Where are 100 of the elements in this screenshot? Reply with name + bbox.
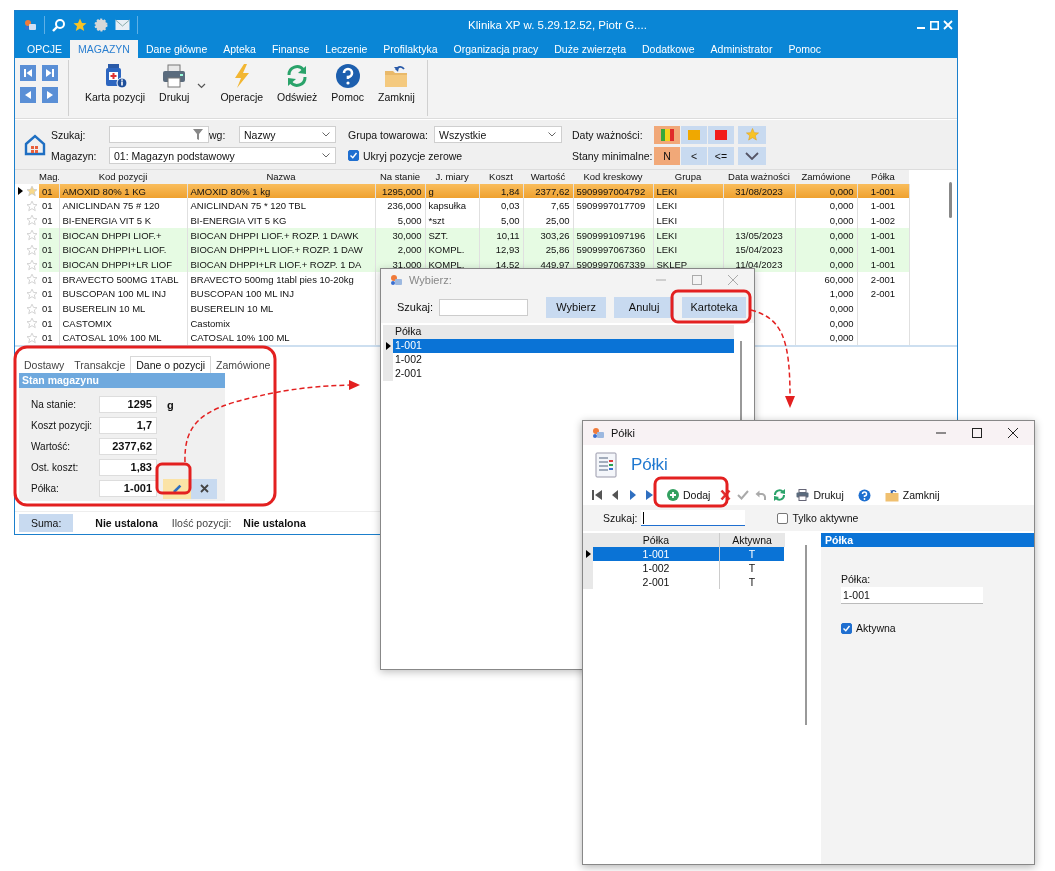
menu-tab[interactable]: Profilaktyka [375,39,446,58]
column-header[interactable]: Zamówione [795,169,857,184]
undo-icon[interactable] [755,489,768,501]
column-header[interactable]: Grupa [653,169,723,184]
column-header[interactable]: J. miary [425,169,479,184]
mail-icon[interactable] [115,19,130,32]
close-button[interactable]: Zamknij [880,488,944,502]
print-button[interactable]: Drukuj [792,489,848,501]
caret-icon[interactable] [197,82,207,89]
column-header[interactable]: Półka [383,325,734,339]
clear-button[interactable] [191,478,217,499]
menu-tab[interactable]: OPCJE [19,39,70,58]
list-row[interactable]: 1-002 [393,353,734,367]
table-row[interactable]: 1-001 T [583,547,785,561]
gear-icon[interactable] [94,18,108,33]
dialog-button[interactable]: Kartoteka [682,296,746,318]
toolbar-button[interactable]: Zamknij [372,60,421,105]
table-row[interactable]: 01 BIOCAN DHPPI+L LIOF. BIOCAN DHPPI+L LIOF.+ ROZP. 1 DAW 2,000 KOMPL. 12,93 25,86 5909997067360 LEKI 15/04/2023 0,000 1-001 [15,242,909,258]
column-header[interactable]: Koszt [479,169,523,184]
previous-record-button[interactable] [20,86,36,103]
expiry-filter-button[interactable] [708,125,734,144]
star-outline-icon[interactable] [25,301,39,316]
star-outline-icon[interactable] [25,316,39,331]
scroll-bar[interactable] [740,341,742,421]
star-outline-icon[interactable] [25,257,39,272]
menu-tab[interactable]: Administrator [702,39,781,58]
expiry-filter-button[interactable] [654,125,680,144]
table-row[interactable]: 01 ANICLINDAN 75 # 120 ANICLINDAN 75 * 120 TBL 236,000 kapsułka 0,03 7,65 5909997017709 LEKI 0,000 1-001 [15,198,909,214]
menu-tab[interactable]: Apteka [215,39,264,58]
menu-tab[interactable]: Duże zwierzęta [546,39,634,58]
scroll-bar[interactable] [805,545,807,725]
column-header[interactable]: Wartość [523,169,573,184]
star-outline-icon[interactable] [25,272,39,287]
shelf-field[interactable]: 1-001 [841,587,983,604]
checkbox[interactable] [841,622,852,634]
value-field[interactable]: 1-001 [99,480,157,498]
refresh-icon[interactable] [773,489,787,501]
star-outline-icon[interactable] [25,286,39,301]
next-record-button[interactable] [42,86,58,103]
minimum-stock-button[interactable]: N [654,146,680,165]
column-header[interactable]: Data ważności [723,169,795,184]
star-outline-icon[interactable] [25,330,39,345]
active-checkbox[interactable]: Aktywna [841,622,896,634]
value-field[interactable]: 1295 [99,396,157,414]
column-header[interactable]: Półka [857,169,909,184]
warehouse-dropdown[interactable]: 01: Magazyn podstawowy [109,147,336,165]
value-field[interactable]: 2377,62 [99,438,157,456]
menu-tab[interactable]: Organizacja pracy [445,39,547,58]
table-row[interactable]: 01 BI-ENERGIA VIT 5 K BI-ENERGIA VIT 5 KG 5,000 *szt 5,00 25,00 LEKI 0,000 1-002 [15,213,909,228]
add-button[interactable]: Dodaj [663,489,715,501]
star-outline-icon[interactable] [25,242,39,257]
column-header[interactable]: Nazwa [187,169,375,184]
column-header[interactable]: Aktywna [720,533,784,547]
table-row[interactable]: 1-002 T [583,561,785,575]
column-header[interactable]: Kod pozycji [59,169,187,184]
minimum-stock-button[interactable]: <= [708,146,734,165]
search-icon[interactable] [52,18,66,33]
search-by-dropdown[interactable]: Nazwy [239,126,336,144]
menu-tab[interactable]: Dodatkowe [634,39,703,58]
column-header[interactable]: Kod kreskowy [573,169,653,184]
table-row[interactable]: 2-001 T [583,575,785,589]
first-record-icon[interactable] [591,489,603,501]
toolbar-button[interactable]: Drukuj [153,60,196,105]
hide-zero-checkbox[interactable]: Ukryj pozycje zerowe [348,149,572,162]
detail-tab[interactable]: Dane o pozycji [130,356,212,374]
star-icon[interactable] [73,18,87,33]
list-row[interactable]: 1-001 [393,339,734,353]
dialog-button[interactable]: Wybierz [546,296,607,318]
last-record-button[interactable] [42,64,58,81]
filter-icon[interactable] [193,129,203,141]
active-only-checkbox[interactable]: Tylko aktywne [777,512,859,524]
product-group-dropdown[interactable]: Wszystkie [434,126,562,144]
star-outline-icon[interactable] [25,213,39,228]
help-icon[interactable] [857,488,871,502]
menu-tab[interactable]: Finanse [263,39,318,58]
menu-tab[interactable]: Leczenie [317,39,376,58]
detail-tab[interactable]: Zamówione [211,357,276,374]
star-outline-icon[interactable] [25,198,39,213]
toolbar-button[interactable]: Karta pozycji [79,60,152,105]
list-row[interactable]: 2-001 [393,367,734,381]
value-field[interactable]: 1,83 [99,459,157,477]
star-outline-icon[interactable] [25,184,39,199]
checkbox[interactable] [348,150,359,162]
maximize-icon[interactable] [972,428,982,438]
app-logo-icon[interactable] [23,18,37,33]
delete-icon[interactable] [720,489,732,501]
column-header[interactable]: Mag. [39,169,59,184]
close-icon[interactable] [1008,428,1018,438]
value-field[interactable]: 1,7 [99,417,157,435]
expiry-filter-button[interactable] [681,125,707,144]
checkmark-icon[interactable] [737,489,750,501]
checkbox[interactable] [777,512,789,524]
expand-button[interactable] [738,146,766,165]
toolbar-button[interactable]: Pomoc [325,60,370,105]
toolbar-button[interactable]: Operacje [214,60,270,105]
detail-tab[interactable]: Dostawy [19,357,70,374]
toolbar-button[interactable]: Odśwież [271,60,324,105]
search-field[interactable] [641,510,746,526]
detail-tab[interactable]: Transakcje [69,357,131,374]
minimum-stock-button[interactable]: < [681,146,707,165]
